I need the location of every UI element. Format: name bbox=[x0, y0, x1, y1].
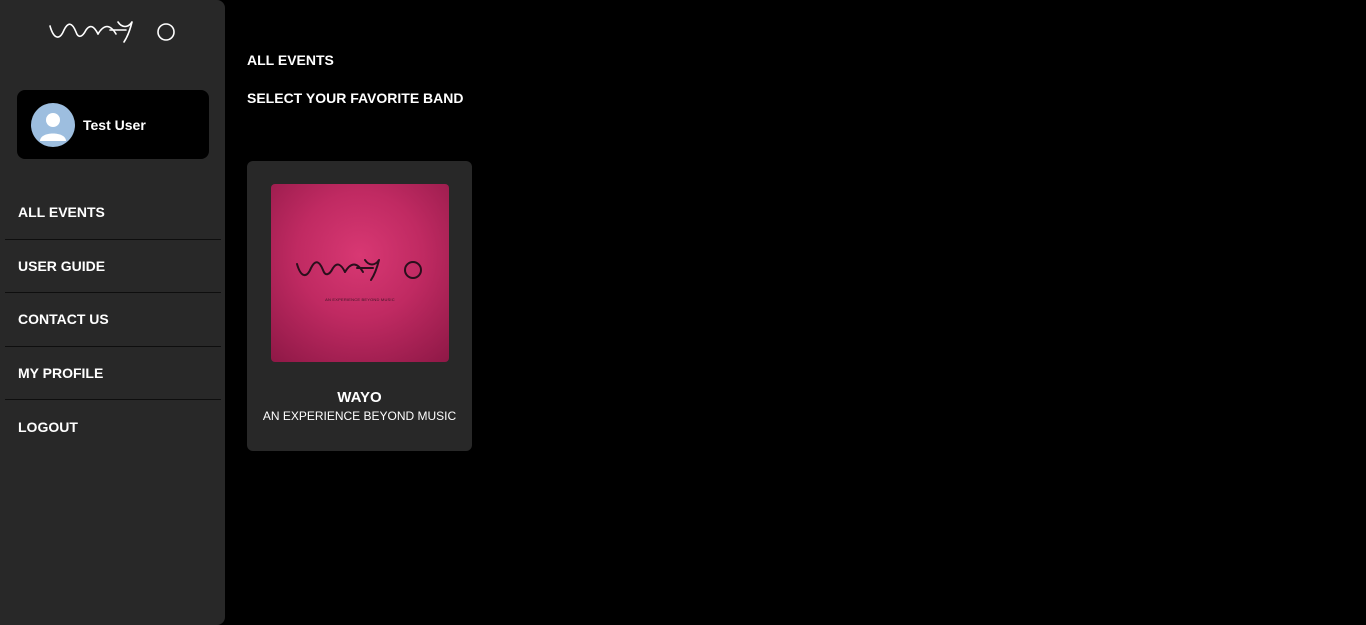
cover-logo bbox=[295, 257, 427, 283]
sidebar-item-logout[interactable]: LOGOUT bbox=[5, 400, 221, 454]
page-subtitle: SELECT YOUR FAVORITE BAND bbox=[247, 90, 464, 106]
sidebar-item-all-events[interactable]: ALL EVENTS bbox=[5, 186, 221, 240]
sidebar-nav: ALL EVENTS USER GUIDE CONTACT US MY PROF… bbox=[5, 186, 221, 454]
sidebar: Test User ALL EVENTS USER GUIDE CONTACT … bbox=[0, 0, 225, 625]
sidebar-item-my-profile[interactable]: MY PROFILE bbox=[5, 347, 221, 400]
user-name: Test User bbox=[83, 116, 146, 133]
event-name: WAYO bbox=[337, 389, 382, 406]
sidebar-item-user-guide[interactable]: USER GUIDE bbox=[5, 240, 221, 293]
user-icon bbox=[40, 112, 66, 141]
avatar bbox=[31, 102, 75, 147]
sidebar-item-contact-us[interactable]: CONTACT US bbox=[5, 293, 221, 347]
event-cover-image[interactable]: AN EXPERIENCE BEYOND MUSIC bbox=[271, 184, 449, 362]
event-card[interactable]: AN EXPERIENCE BEYOND MUSIC WAYO AN EXPER… bbox=[247, 161, 472, 451]
cover-tagline: AN EXPERIENCE BEYOND MUSIC bbox=[325, 297, 395, 302]
event-tagline: AN EXPERIENCE BEYOND MUSIC bbox=[262, 409, 457, 423]
user-profile-card[interactable]: Test User bbox=[17, 90, 209, 159]
page-title: ALL EVENTS bbox=[247, 52, 334, 68]
wayo-logo[interactable] bbox=[48, 18, 180, 46]
